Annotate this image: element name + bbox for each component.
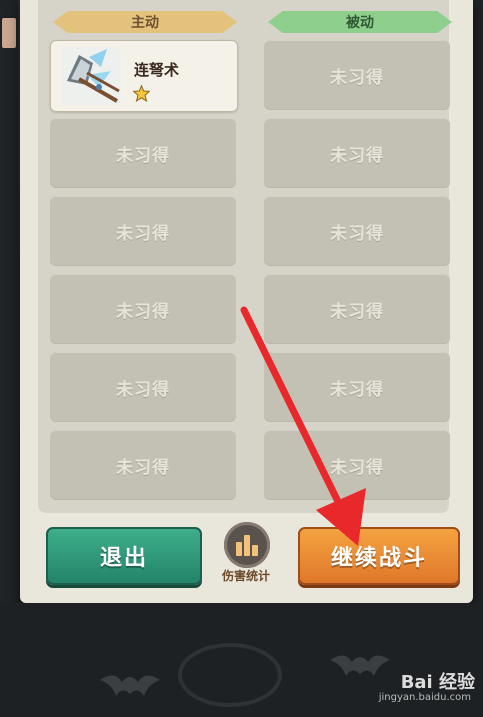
passive-skill-slot-2[interactable]: 未习得 [264,118,450,188]
active-skill-slot-3[interactable]: 未习得 [50,196,236,266]
active-skill-slot-4[interactable]: 未习得 [50,274,236,344]
tab-active[interactable]: 主动 [53,11,237,33]
background-circle-decoration [178,643,282,707]
tab-active-label: 主动 [131,15,159,31]
active-skill-slot-6[interactable]: 未习得 [50,430,236,500]
active-skill-name-4: 未习得 [116,301,170,322]
active-skill-name-3: 未习得 [116,223,170,244]
star-icon [133,85,150,102]
passive-skill-name-1: 未习得 [330,67,384,88]
active-skill-name-5: 未习得 [116,379,170,400]
active-skill-slot-1[interactable]: 连弩术 [50,40,238,112]
bat-icon [330,655,390,676]
passive-skill-name-3: 未习得 [330,223,384,244]
active-skill-slot-2[interactable]: 未习得 [50,118,236,188]
watermark-brand: Bai 经验 [400,672,475,693]
damage-stats-label: 伤害统计 [221,569,270,583]
passive-skill-name-2: 未习得 [330,145,384,166]
red-arrow-annotation [240,306,366,546]
passive-skill-slot-1[interactable]: 未习得 [264,40,450,110]
exit-button[interactable]: 退出 [46,527,202,585]
active-skill-name-1: 连弩术 [134,61,180,79]
active-skill-slot-5[interactable]: 未习得 [50,352,236,422]
crossbow-icon [61,47,121,105]
active-skill-name-2: 未习得 [116,145,170,166]
active-skill-name-6: 未习得 [116,457,170,478]
passive-skill-slot-3[interactable]: 未习得 [264,196,450,266]
tab-passive-label: 被动 [346,15,374,31]
bat-icon [100,675,160,696]
watermark-url: jingyan.baidu.com [378,692,471,703]
tab-passive[interactable]: 被动 [268,11,452,33]
background-badge [2,18,16,48]
exit-button-label: 退出 [99,546,148,571]
